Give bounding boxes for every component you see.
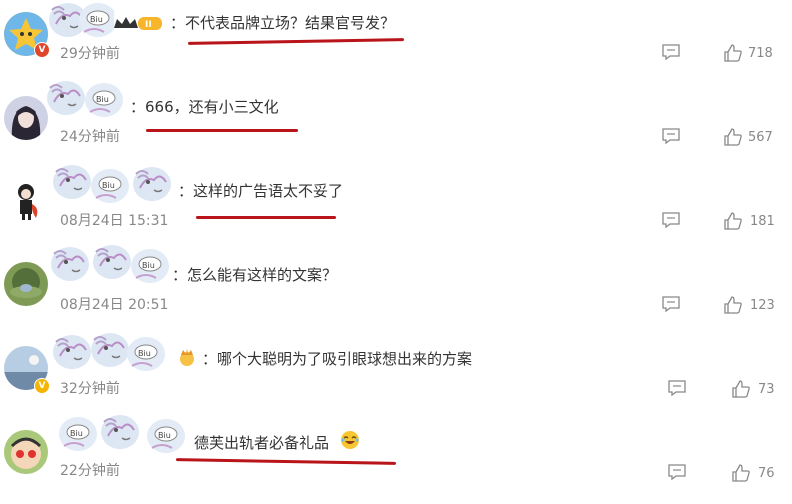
girl-avatar-icon <box>4 96 48 140</box>
like-count: 73 <box>758 382 775 397</box>
landscape-avatar-icon <box>4 262 48 306</box>
crown-icon <box>180 349 194 366</box>
username-sticker-mask[interactable] <box>50 242 172 284</box>
like-icon[interactable] <box>724 212 742 230</box>
sticker-icon <box>50 244 170 284</box>
like-count: 76 <box>758 466 775 481</box>
timestamp: 32分钟前 <box>60 381 120 397</box>
like-icon[interactable] <box>724 44 742 62</box>
reply-icon[interactable] <box>662 128 680 144</box>
username-sticker-mask[interactable] <box>56 412 196 454</box>
red-underline <box>146 129 298 132</box>
like-count: 567 <box>748 130 773 145</box>
comment-text: 德芙出轨者必备礼品 <box>194 434 330 452</box>
timestamp: 22分钟前 <box>60 463 120 479</box>
comment-text: ：哪个大聪明为了吸引眼球想出来的方案 <box>202 350 473 368</box>
sticker-icon <box>52 332 166 372</box>
username-sticker-mask[interactable] <box>44 0 114 40</box>
sticker-icon <box>52 164 172 204</box>
red-underline <box>187 38 405 45</box>
avatar[interactable] <box>4 96 48 140</box>
comment-2: ：666，还有小三文化 24分钟前 567 <box>0 80 792 168</box>
cartoon-avatar-icon <box>4 178 48 222</box>
like-count: 718 <box>748 46 773 61</box>
comment-3: ：这样的广告语太不妥了 08月24日 15:31 181 <box>0 164 792 252</box>
like-count: 181 <box>750 214 775 229</box>
sticker-icon <box>48 2 114 38</box>
vip-crown-badge-icon: II <box>114 17 162 30</box>
reply-icon[interactable] <box>668 464 686 480</box>
timestamp: 08月24日 20:51 <box>60 297 169 313</box>
verified-icon: V <box>34 42 50 58</box>
avatar[interactable] <box>4 178 48 222</box>
comment-text: ：怎么能有这样的文案？ <box>172 266 338 284</box>
comment-1: V II ：不代表品牌立场？结果官号发？ 29分钟前 718 <box>0 0 792 84</box>
sticker-icon <box>46 80 124 118</box>
like-icon[interactable] <box>732 380 750 398</box>
comment-6: 德芙出轨者必备礼品 22分钟前 76 <box>0 414 792 504</box>
reply-icon[interactable] <box>662 212 680 228</box>
avatar[interactable] <box>4 262 48 306</box>
red-underline <box>175 458 397 465</box>
comment-4: ：怎么能有这样的文案？ 08月24日 20:51 123 <box>0 244 792 336</box>
red-underline <box>196 216 336 219</box>
verified-icon: V <box>34 378 50 394</box>
svg-text:II: II <box>145 20 152 30</box>
timestamp: 08月24日 15:31 <box>60 213 169 229</box>
like-icon[interactable] <box>724 128 742 146</box>
avatar[interactable] <box>4 430 48 474</box>
comment-text: ：666，还有小三文化 <box>130 98 279 116</box>
username-sticker-mask[interactable] <box>44 78 126 118</box>
reply-icon[interactable] <box>668 380 686 396</box>
like-icon[interactable] <box>732 464 750 482</box>
laugh-emoji-icon <box>341 431 359 449</box>
like-count: 123 <box>750 298 775 313</box>
timestamp: 24分钟前 <box>60 129 120 145</box>
username-sticker-mask[interactable] <box>50 162 176 204</box>
comment-5: V ：哪个大聪明为了吸引眼球想出来的方案 32分钟前 73 <box>0 332 792 420</box>
username-sticker-mask[interactable] <box>50 330 168 372</box>
cartoon-face-avatar-icon <box>4 430 48 474</box>
comment-text: ：不代表品牌立场？结果官号发？ <box>170 14 396 32</box>
comment-text: ：这样的广告语太不妥了 <box>178 182 344 200</box>
like-icon[interactable] <box>724 296 742 314</box>
reply-icon[interactable] <box>662 44 680 60</box>
timestamp: 29分钟前 <box>60 46 120 62</box>
reply-icon[interactable] <box>662 296 680 312</box>
sticker-icon <box>58 414 186 454</box>
